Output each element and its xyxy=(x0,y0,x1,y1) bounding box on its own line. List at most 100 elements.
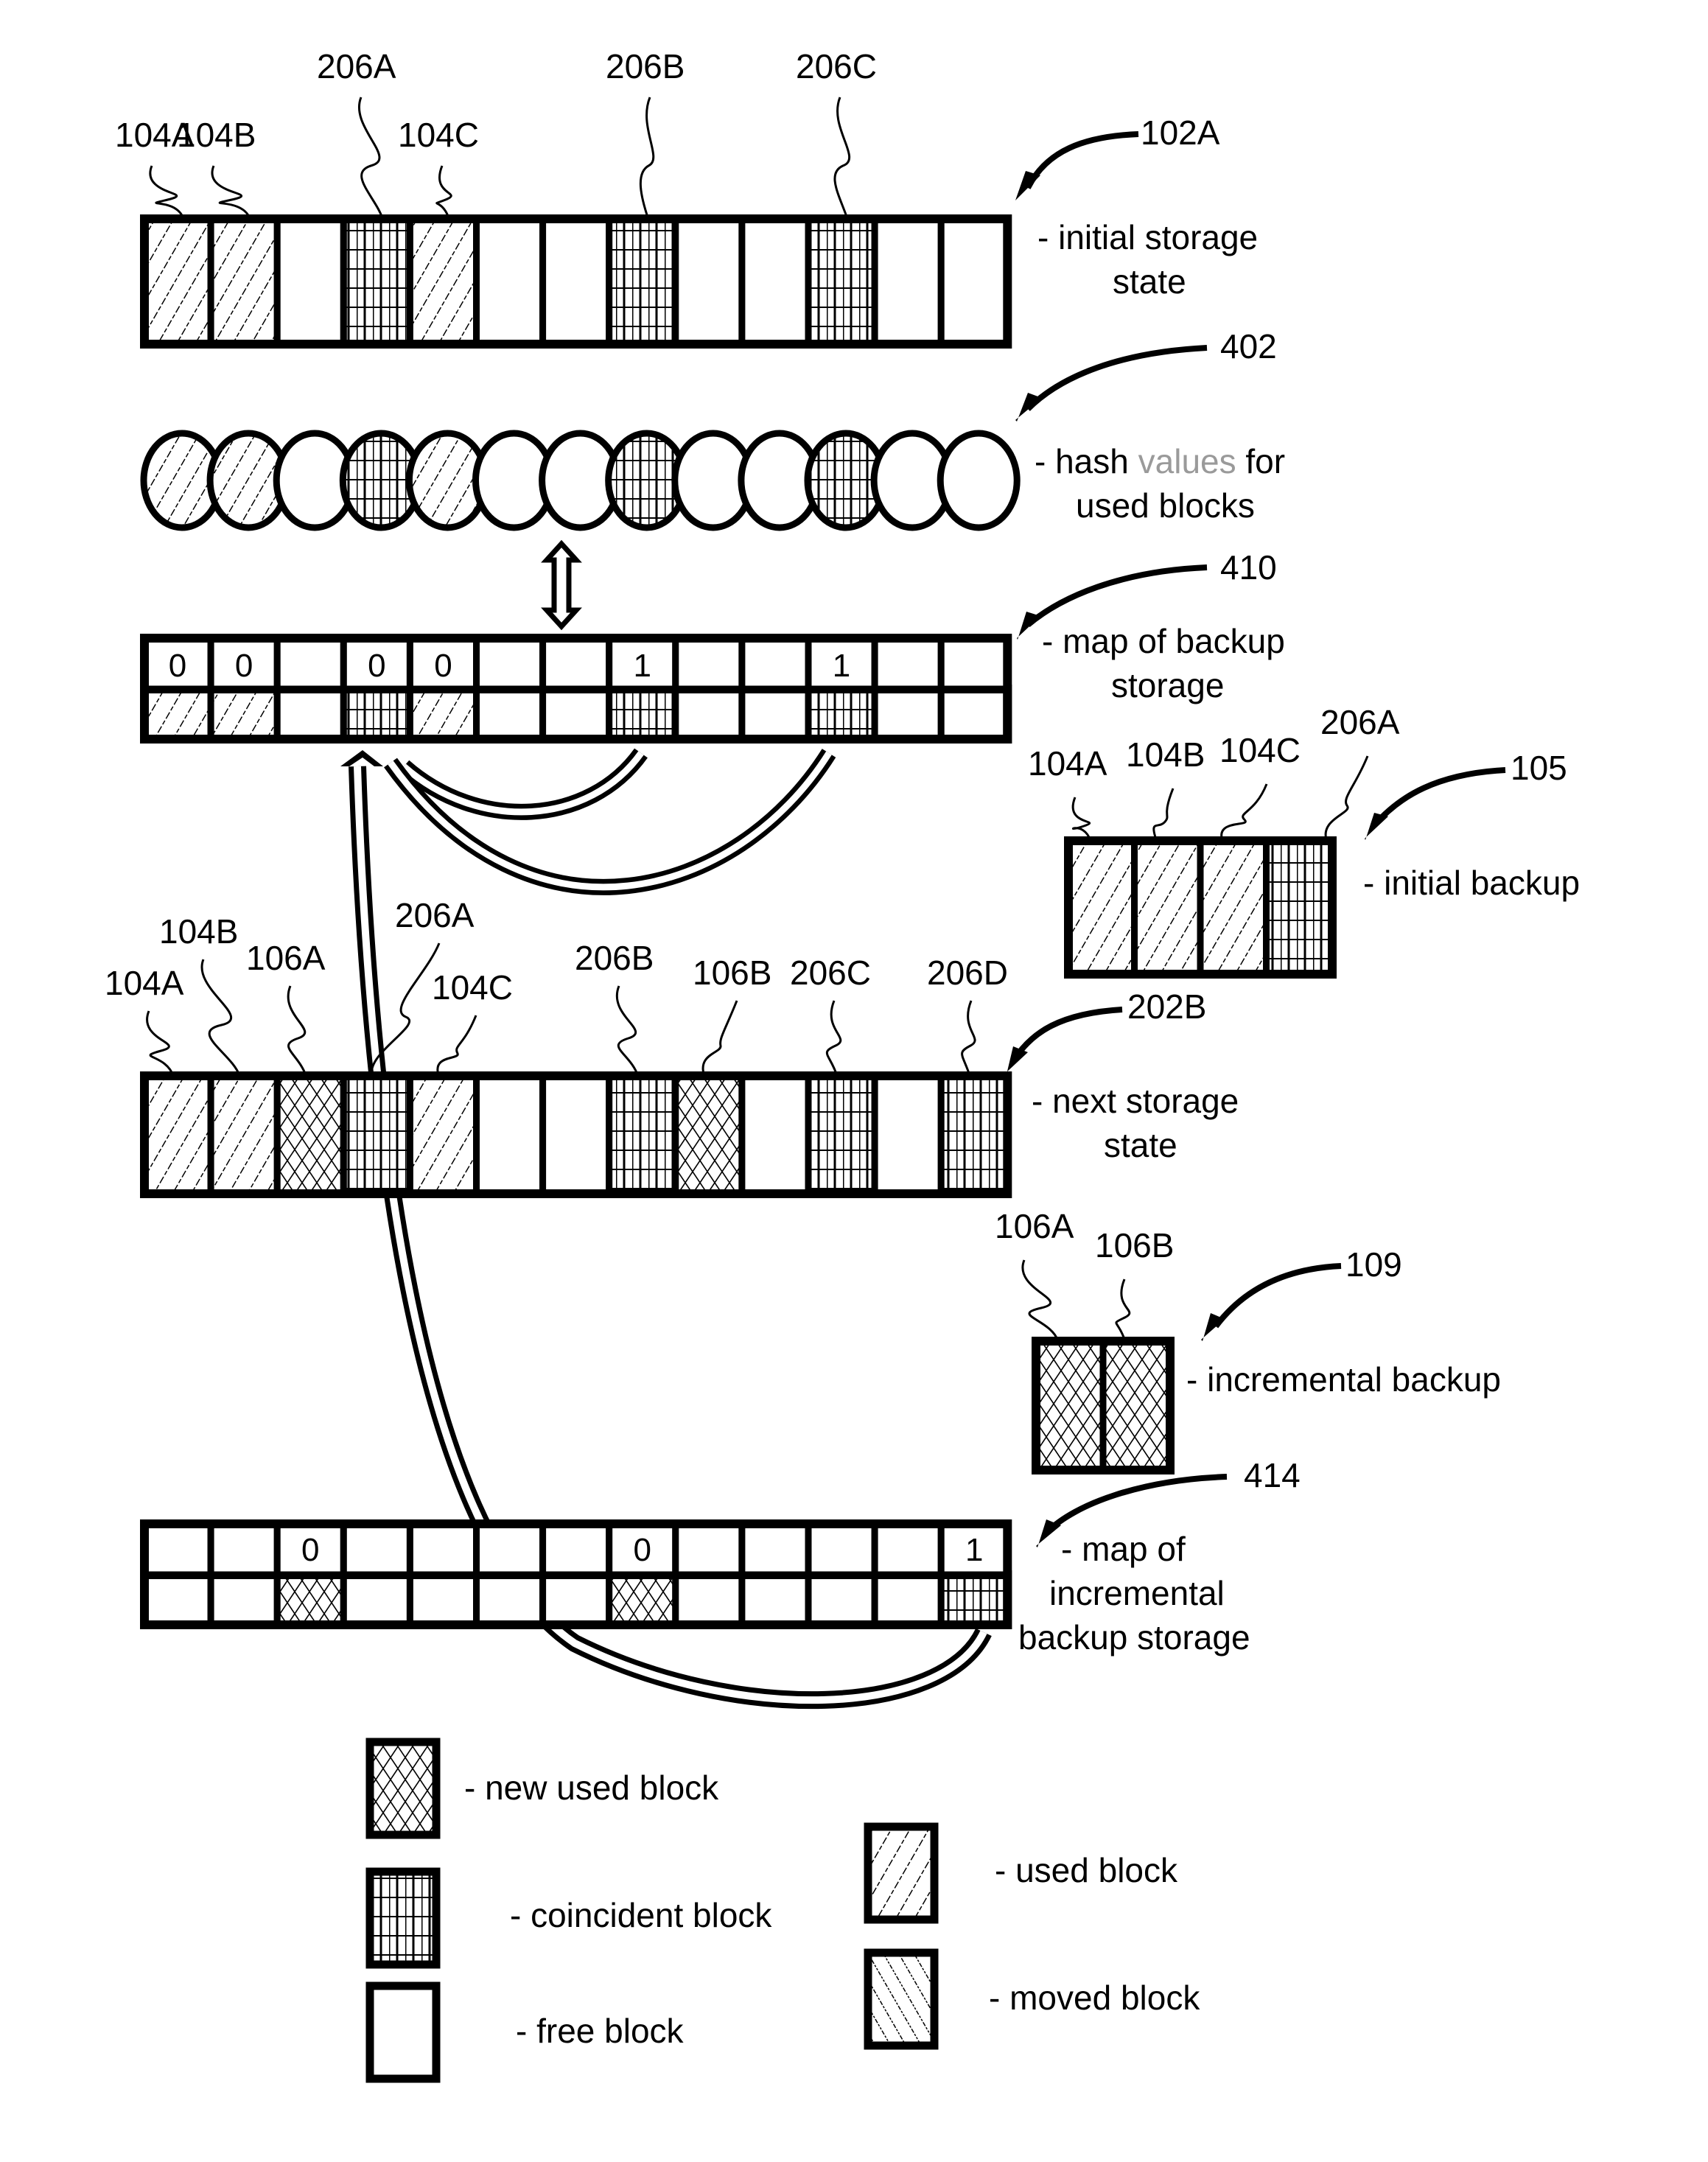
leader-line xyxy=(1021,1259,1060,1342)
backup-block-coincident xyxy=(1263,837,1336,978)
initial-storage-cell-used xyxy=(207,215,281,348)
next-storage-labels: 104A 104B106A 206A 104C 206B 106B 206C 206D xyxy=(105,896,1008,1077)
block-label: 206C xyxy=(790,954,871,992)
initial-storage-cell-used xyxy=(141,215,214,348)
initial-storage-cell-free xyxy=(672,215,746,348)
ref-410: 410 xyxy=(1220,548,1277,587)
legend-label-coincident: - coincident block xyxy=(510,1896,772,1934)
next-storage-cell-free xyxy=(473,1072,547,1197)
incremental-backup-desc: - incremental backup xyxy=(1186,1360,1501,1399)
incremental-backup-box: 106A 106B xyxy=(995,1207,1175,1474)
backup-map-cell-used xyxy=(207,685,281,743)
leader-line xyxy=(1115,1278,1131,1342)
bit-value: 0 xyxy=(368,648,385,684)
bit-value: 1 xyxy=(634,648,651,684)
block-label: 104B xyxy=(1126,735,1205,774)
leader-line xyxy=(616,985,640,1077)
block-label: 104C xyxy=(1219,731,1301,769)
block-label: 104B xyxy=(177,116,256,154)
backup-map-cell-used xyxy=(141,685,214,743)
backup-map-cell-free xyxy=(539,685,613,743)
hash-value-free xyxy=(937,430,1021,531)
incremental-map-cell-free xyxy=(672,1571,746,1629)
backup-map-cell-used xyxy=(406,685,480,743)
backup-map-cell-coincident xyxy=(805,685,878,743)
move-arrow-206b xyxy=(398,748,648,820)
incremental-map-cell-free xyxy=(738,1571,812,1629)
legend-label-free: - free block xyxy=(516,2012,685,2050)
next-storage-cell-free xyxy=(871,1072,945,1197)
incremental-map-bit-cell xyxy=(406,1520,480,1578)
legend-swatch-free xyxy=(365,1981,441,2083)
bit-value: 0 xyxy=(169,648,186,684)
bit-value: 0 xyxy=(235,648,253,684)
legend-swatch-moved xyxy=(864,1948,939,2050)
double-arrow-icon xyxy=(541,539,582,631)
backup-map-bit-cell xyxy=(672,634,746,693)
initial-storage-cell-free xyxy=(473,215,547,348)
bit-value: 1 xyxy=(965,1532,983,1568)
next-storage-cell-used xyxy=(141,1072,214,1197)
next-storage-cell-used xyxy=(406,1072,480,1197)
ref-arrow-410 xyxy=(1026,564,1208,628)
leader-line xyxy=(639,97,655,220)
block-label: 104A xyxy=(1028,744,1107,783)
initial-storage-cell-free xyxy=(937,215,1011,348)
initial-storage-desc-1: - initial storage xyxy=(1037,218,1258,256)
backup-map-cell-free xyxy=(672,685,746,743)
ref-arrow-202b xyxy=(1010,1007,1123,1063)
initial-storage-cell-free xyxy=(539,215,613,348)
backup-map-bit-cell xyxy=(273,634,347,693)
next-storage-desc-1: - next storage xyxy=(1032,1082,1239,1120)
ref-102a: 102A xyxy=(1141,113,1220,152)
initial-storage-row xyxy=(140,214,1012,349)
incremental-map-cell-free xyxy=(340,1571,413,1629)
next-storage-cell-coincident xyxy=(937,1072,1011,1197)
ref-arrow-109 xyxy=(1213,1263,1342,1329)
hash-desc-1: - hash values for xyxy=(1035,442,1285,480)
bit-value: 0 xyxy=(301,1532,319,1568)
block-label: 206B xyxy=(575,939,654,977)
initial-backup-box: 104A 104B 104C 206A xyxy=(1028,703,1400,979)
legend-label-new: - new used block xyxy=(464,1769,719,1807)
backup-map-cell-free xyxy=(273,685,347,743)
incremental-map-cell-free xyxy=(805,1571,878,1629)
incremental-map-cell-new xyxy=(273,1571,347,1629)
backup-map-bit-cell xyxy=(937,634,1011,693)
next-storage-row xyxy=(140,1071,1012,1198)
incremental-map-cell-free xyxy=(539,1571,613,1629)
bit-value: 0 xyxy=(434,648,452,684)
arrowhead-202b xyxy=(1006,1046,1028,1074)
block-label: 104C xyxy=(398,116,479,154)
backup-map-desc-1: - map of backup xyxy=(1042,622,1285,660)
incremental-map-bit-cell xyxy=(805,1520,878,1578)
leader-line xyxy=(833,97,851,220)
block-label: 104B xyxy=(159,912,238,951)
block-label: 106A xyxy=(246,939,326,977)
backup-map-cell-coincident xyxy=(340,685,413,743)
incremental-map-desc-1: - map of xyxy=(1061,1530,1186,1568)
incremental-map-cell-free xyxy=(406,1571,480,1629)
incremental-map-bit-cell xyxy=(672,1520,746,1578)
ref-105: 105 xyxy=(1511,749,1567,787)
backup-map-cell-free xyxy=(871,685,945,743)
hash-desc-2: used blocks xyxy=(1076,486,1255,525)
next-storage-cell-coincident xyxy=(805,1072,878,1197)
leader-line xyxy=(200,959,241,1077)
next-storage-desc-2: state xyxy=(1104,1126,1177,1164)
incremental-map-cell-free xyxy=(207,1571,281,1629)
block-label: 104C xyxy=(432,968,513,1007)
initial-backup-desc: - initial backup xyxy=(1363,864,1580,902)
leader-line xyxy=(149,165,185,220)
bit-value: 0 xyxy=(634,1532,651,1568)
incremental-map-bit-cell xyxy=(141,1520,214,1578)
leader-line xyxy=(146,1010,175,1077)
next-storage-cell-coincident xyxy=(606,1072,679,1197)
incremental-map-cell-free xyxy=(141,1571,214,1629)
legend-swatch-new xyxy=(365,1738,441,1839)
backup-map-bit-cell xyxy=(738,634,812,693)
leader-line xyxy=(1220,783,1268,842)
hash-values-row xyxy=(140,430,1021,531)
bit-value: 1 xyxy=(833,648,850,684)
ref-402: 402 xyxy=(1220,327,1277,365)
